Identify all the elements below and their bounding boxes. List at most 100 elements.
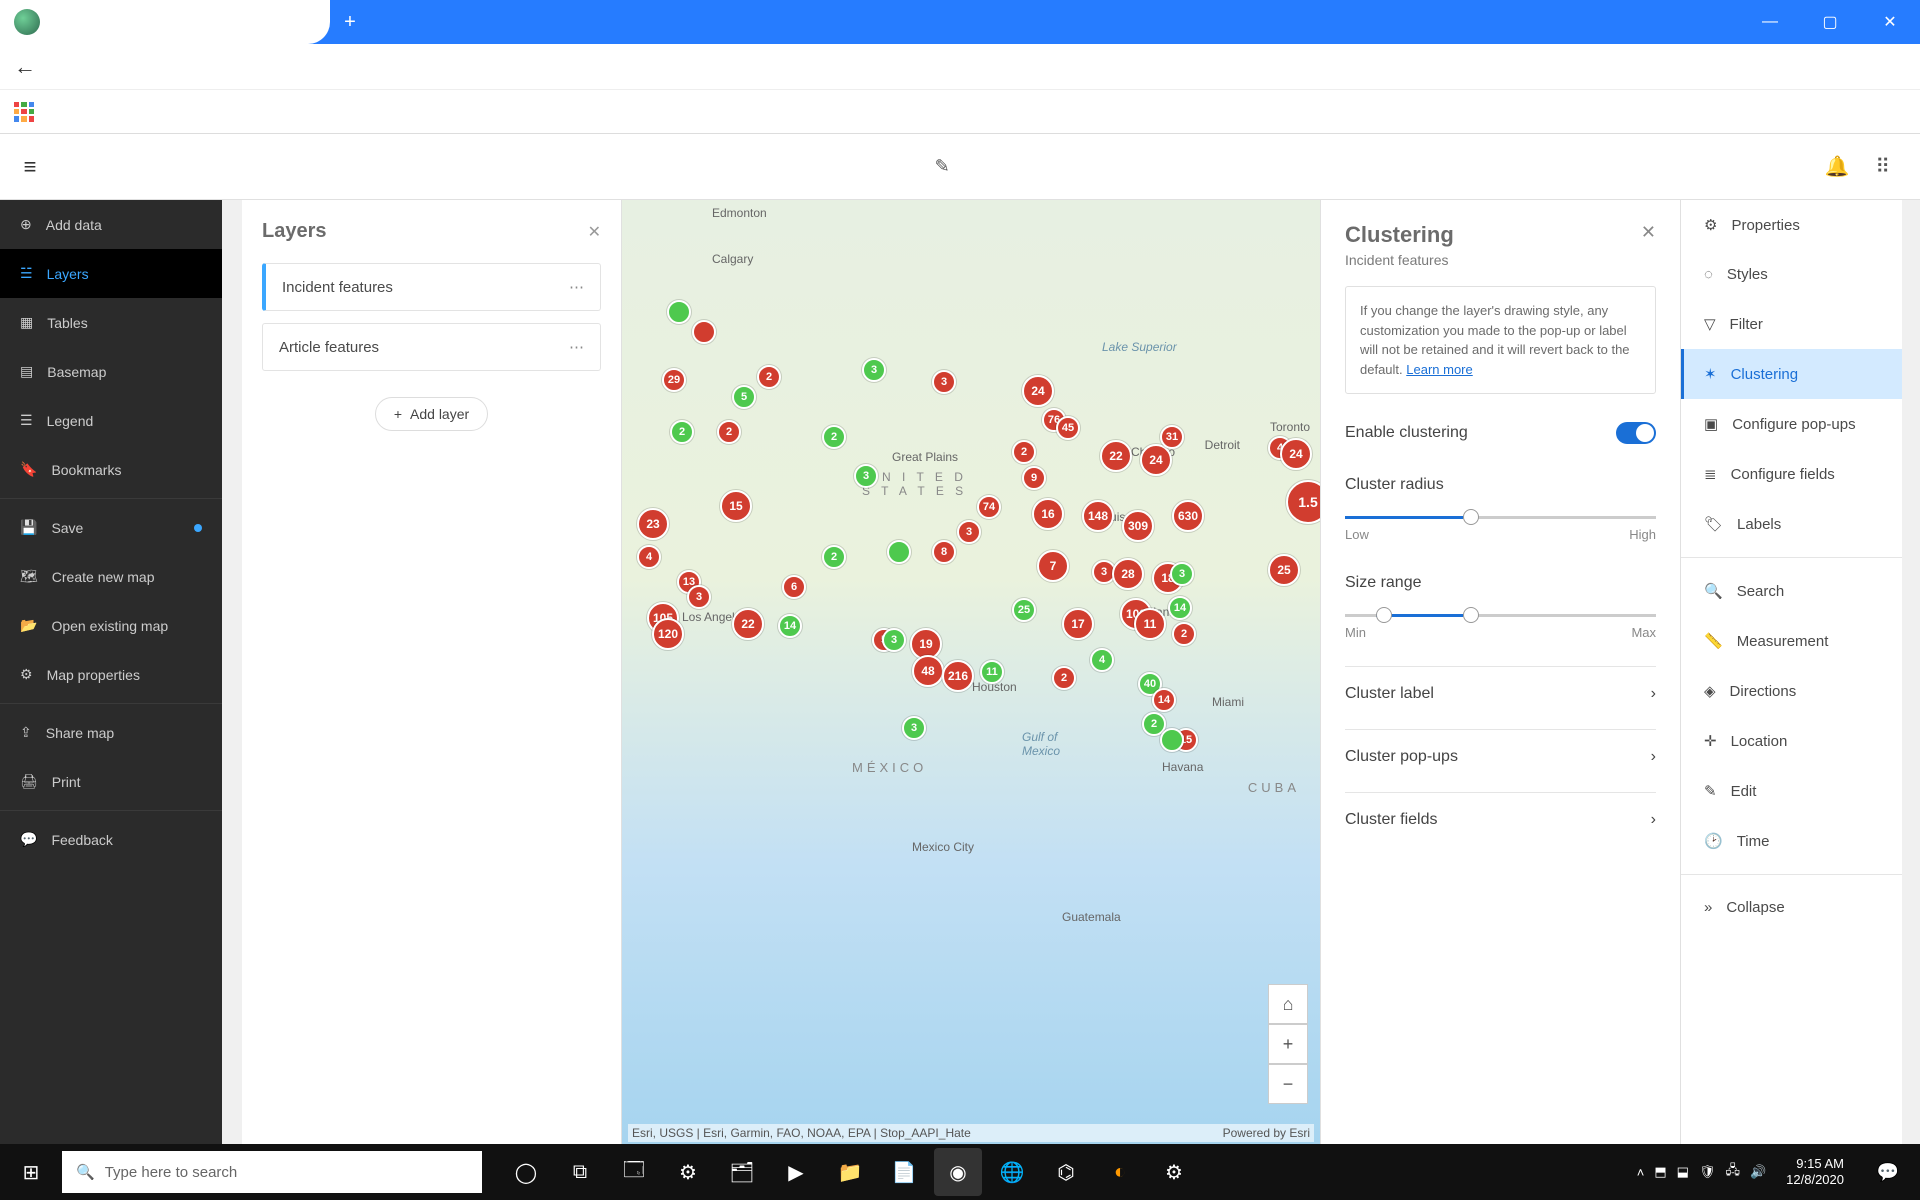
cluster-marker[interactable]: 24 [1280,438,1312,470]
hamburger-icon[interactable]: ≡ [0,154,60,180]
rnav-location[interactable]: ✛Location [1681,716,1902,766]
notepad-icon[interactable]: 📄 [880,1148,928,1196]
cluster-marker[interactable]: 9 [1022,466,1046,490]
clustering-close-icon[interactable]: ✕ [1641,222,1656,243]
rnav-configure-popups[interactable]: ▣Configure pop-ups [1681,399,1902,449]
cluster-marker[interactable]: 3 [862,358,886,382]
edit-title-button[interactable]: ✎ [935,156,950,177]
map-zoom-out-button[interactable]: − [1268,1064,1308,1104]
cluster-marker[interactable]: 4 [637,545,661,569]
settings-icon[interactable]: ⚙ [1150,1148,1198,1196]
tray-network-icon[interactable]: 🖧 [1725,1161,1740,1183]
apps-icon[interactable] [14,102,34,122]
cluster-marker[interactable]: 7 [1037,550,1069,582]
rnav-properties[interactable]: ⚙Properties [1681,200,1902,250]
cluster-marker[interactable]: 31 [1160,425,1184,449]
app-icon[interactable]: 🗔 [610,1148,658,1196]
rightnav-scrollbar[interactable] [1902,200,1920,1144]
cluster-marker[interactable]: 148 [1082,500,1114,532]
cluster-marker[interactable]: 29 [662,368,686,392]
layer-article-features[interactable]: Article features ⋯ [262,323,601,371]
cluster-marker[interactable]: 14 [1152,688,1176,712]
nav-feedback[interactable]: 💬Feedback [0,815,222,864]
nav-bookmarks[interactable]: 🔖Bookmarks [0,445,222,494]
cluster-marker[interactable]: 3 [854,464,878,488]
new-tab-button[interactable]: + [330,0,370,44]
nav-create-new-map[interactable]: 🗺Create new map [0,552,222,601]
nav-add-data[interactable]: ⊕Add data [0,200,222,249]
cluster-marker[interactable]: 216 [942,660,974,692]
nav-map-properties[interactable]: ⚙Map properties [0,650,222,699]
eclipse-icon[interactable]: ◐ [1096,1148,1144,1196]
cluster-marker[interactable] [1160,728,1184,752]
cluster-marker[interactable]: 5 [732,385,756,409]
cluster-marker[interactable]: 22 [1100,440,1132,472]
window-maximize[interactable]: ▢ [1800,0,1860,44]
leftnav-scrollbar[interactable] [222,200,242,1144]
browser-tab[interactable] [0,0,330,44]
cluster-label-expander[interactable]: Cluster label› [1345,666,1656,703]
nav-save[interactable]: 💾Save [0,503,222,552]
cluster-marker[interactable] [887,540,911,564]
nav-basemap[interactable]: ▤Basemap [0,347,222,396]
tray-shield-icon[interactable]: 🛡 [1699,1164,1716,1180]
cluster-marker[interactable]: 2 [670,420,694,444]
rnav-labels[interactable]: 🏷Labels [1681,499,1902,549]
cluster-marker[interactable]: 23 [637,508,669,540]
app-icon[interactable]: ⌬ [1042,1148,1090,1196]
window-close[interactable]: ✕ [1860,0,1920,44]
cluster-marker[interactable]: 24 [1140,444,1172,476]
cluster-radius-slider[interactable] [1345,516,1656,519]
cluster-marker[interactable]: 2 [822,545,846,569]
cluster-marker[interactable]: 45 [1056,416,1080,440]
cluster-marker[interactable]: 3 [902,716,926,740]
layer-options-icon[interactable]: ⋯ [569,338,584,356]
enable-clustering-toggle[interactable] [1616,422,1656,444]
window-minimize[interactable]: — [1740,0,1800,44]
cluster-marker[interactable]: 22 [732,608,764,640]
app-icon[interactable]: 🗂 [718,1148,766,1196]
rnav-measurement[interactable]: 📏Measurement [1681,616,1902,666]
cluster-marker[interactable] [692,320,716,344]
cluster-popups-expander[interactable]: Cluster pop-ups› [1345,729,1656,766]
cortana-icon[interactable]: ◯ [502,1148,550,1196]
cluster-marker[interactable]: 14 [1168,596,1192,620]
rnav-time[interactable]: 🕑Time [1681,816,1902,866]
cluster-marker[interactable]: 11 [980,660,1004,684]
learn-more-link[interactable]: Learn more [1406,362,1472,377]
taskview-icon[interactable]: ⧉ [556,1148,604,1196]
cluster-marker[interactable]: 3 [932,370,956,394]
nav-layers[interactable]: ☱Layers [0,249,222,298]
rnav-filter[interactable]: ▽Filter [1681,299,1902,349]
rnav-collapse[interactable]: »Collapse [1681,883,1902,932]
cluster-marker[interactable]: 25 [1268,554,1300,586]
cluster-marker[interactable]: 6 [782,575,806,599]
cluster-marker[interactable]: 3 [1170,562,1194,586]
rnav-configure-fields[interactable]: ≣Configure fields [1681,449,1902,499]
nav-open-existing-map[interactable]: 📂Open existing map [0,601,222,650]
tray-chevron-icon[interactable]: ˄ [1637,1165,1645,1180]
system-tray[interactable]: ˄ ⬒ ⬓ 🛡 🖧 🔊 9:15 AM 12/8/2020 💬 [1629,1156,1920,1187]
cluster-marker[interactable]: 2 [1012,440,1036,464]
clock[interactable]: 9:15 AM 12/8/2020 [1776,1156,1854,1187]
cluster-marker[interactable]: 2 [822,425,846,449]
cluster-marker[interactable]: 24 [1022,375,1054,407]
cluster-marker[interactable]: 11 [1134,608,1166,640]
add-layer-button[interactable]: + Add layer [375,397,488,431]
cluster-fields-expander[interactable]: Cluster fields› [1345,792,1656,829]
cluster-marker[interactable]: 309 [1122,510,1154,542]
cluster-marker[interactable]: 28 [1112,558,1144,590]
cluster-marker[interactable]: 2 [717,420,741,444]
layer-incident-features[interactable]: Incident features ⋯ [262,263,601,311]
cluster-marker[interactable]: 2 [757,365,781,389]
chrome-icon[interactable]: ◉ [934,1148,982,1196]
rnav-search[interactable]: 🔍Search [1681,566,1902,616]
cluster-marker[interactable]: 17 [1062,608,1094,640]
app-icon[interactable]: ⚙ [664,1148,712,1196]
powershell-icon[interactable]: ▶ [772,1148,820,1196]
layers-close-icon[interactable]: ✕ [588,222,601,242]
cluster-marker[interactable]: 2 [1052,666,1076,690]
rnav-edit[interactable]: ✎Edit [1681,766,1902,816]
app-launcher-icon[interactable]: ⠿ [1875,154,1890,179]
cluster-marker[interactable]: 25 [1012,598,1036,622]
